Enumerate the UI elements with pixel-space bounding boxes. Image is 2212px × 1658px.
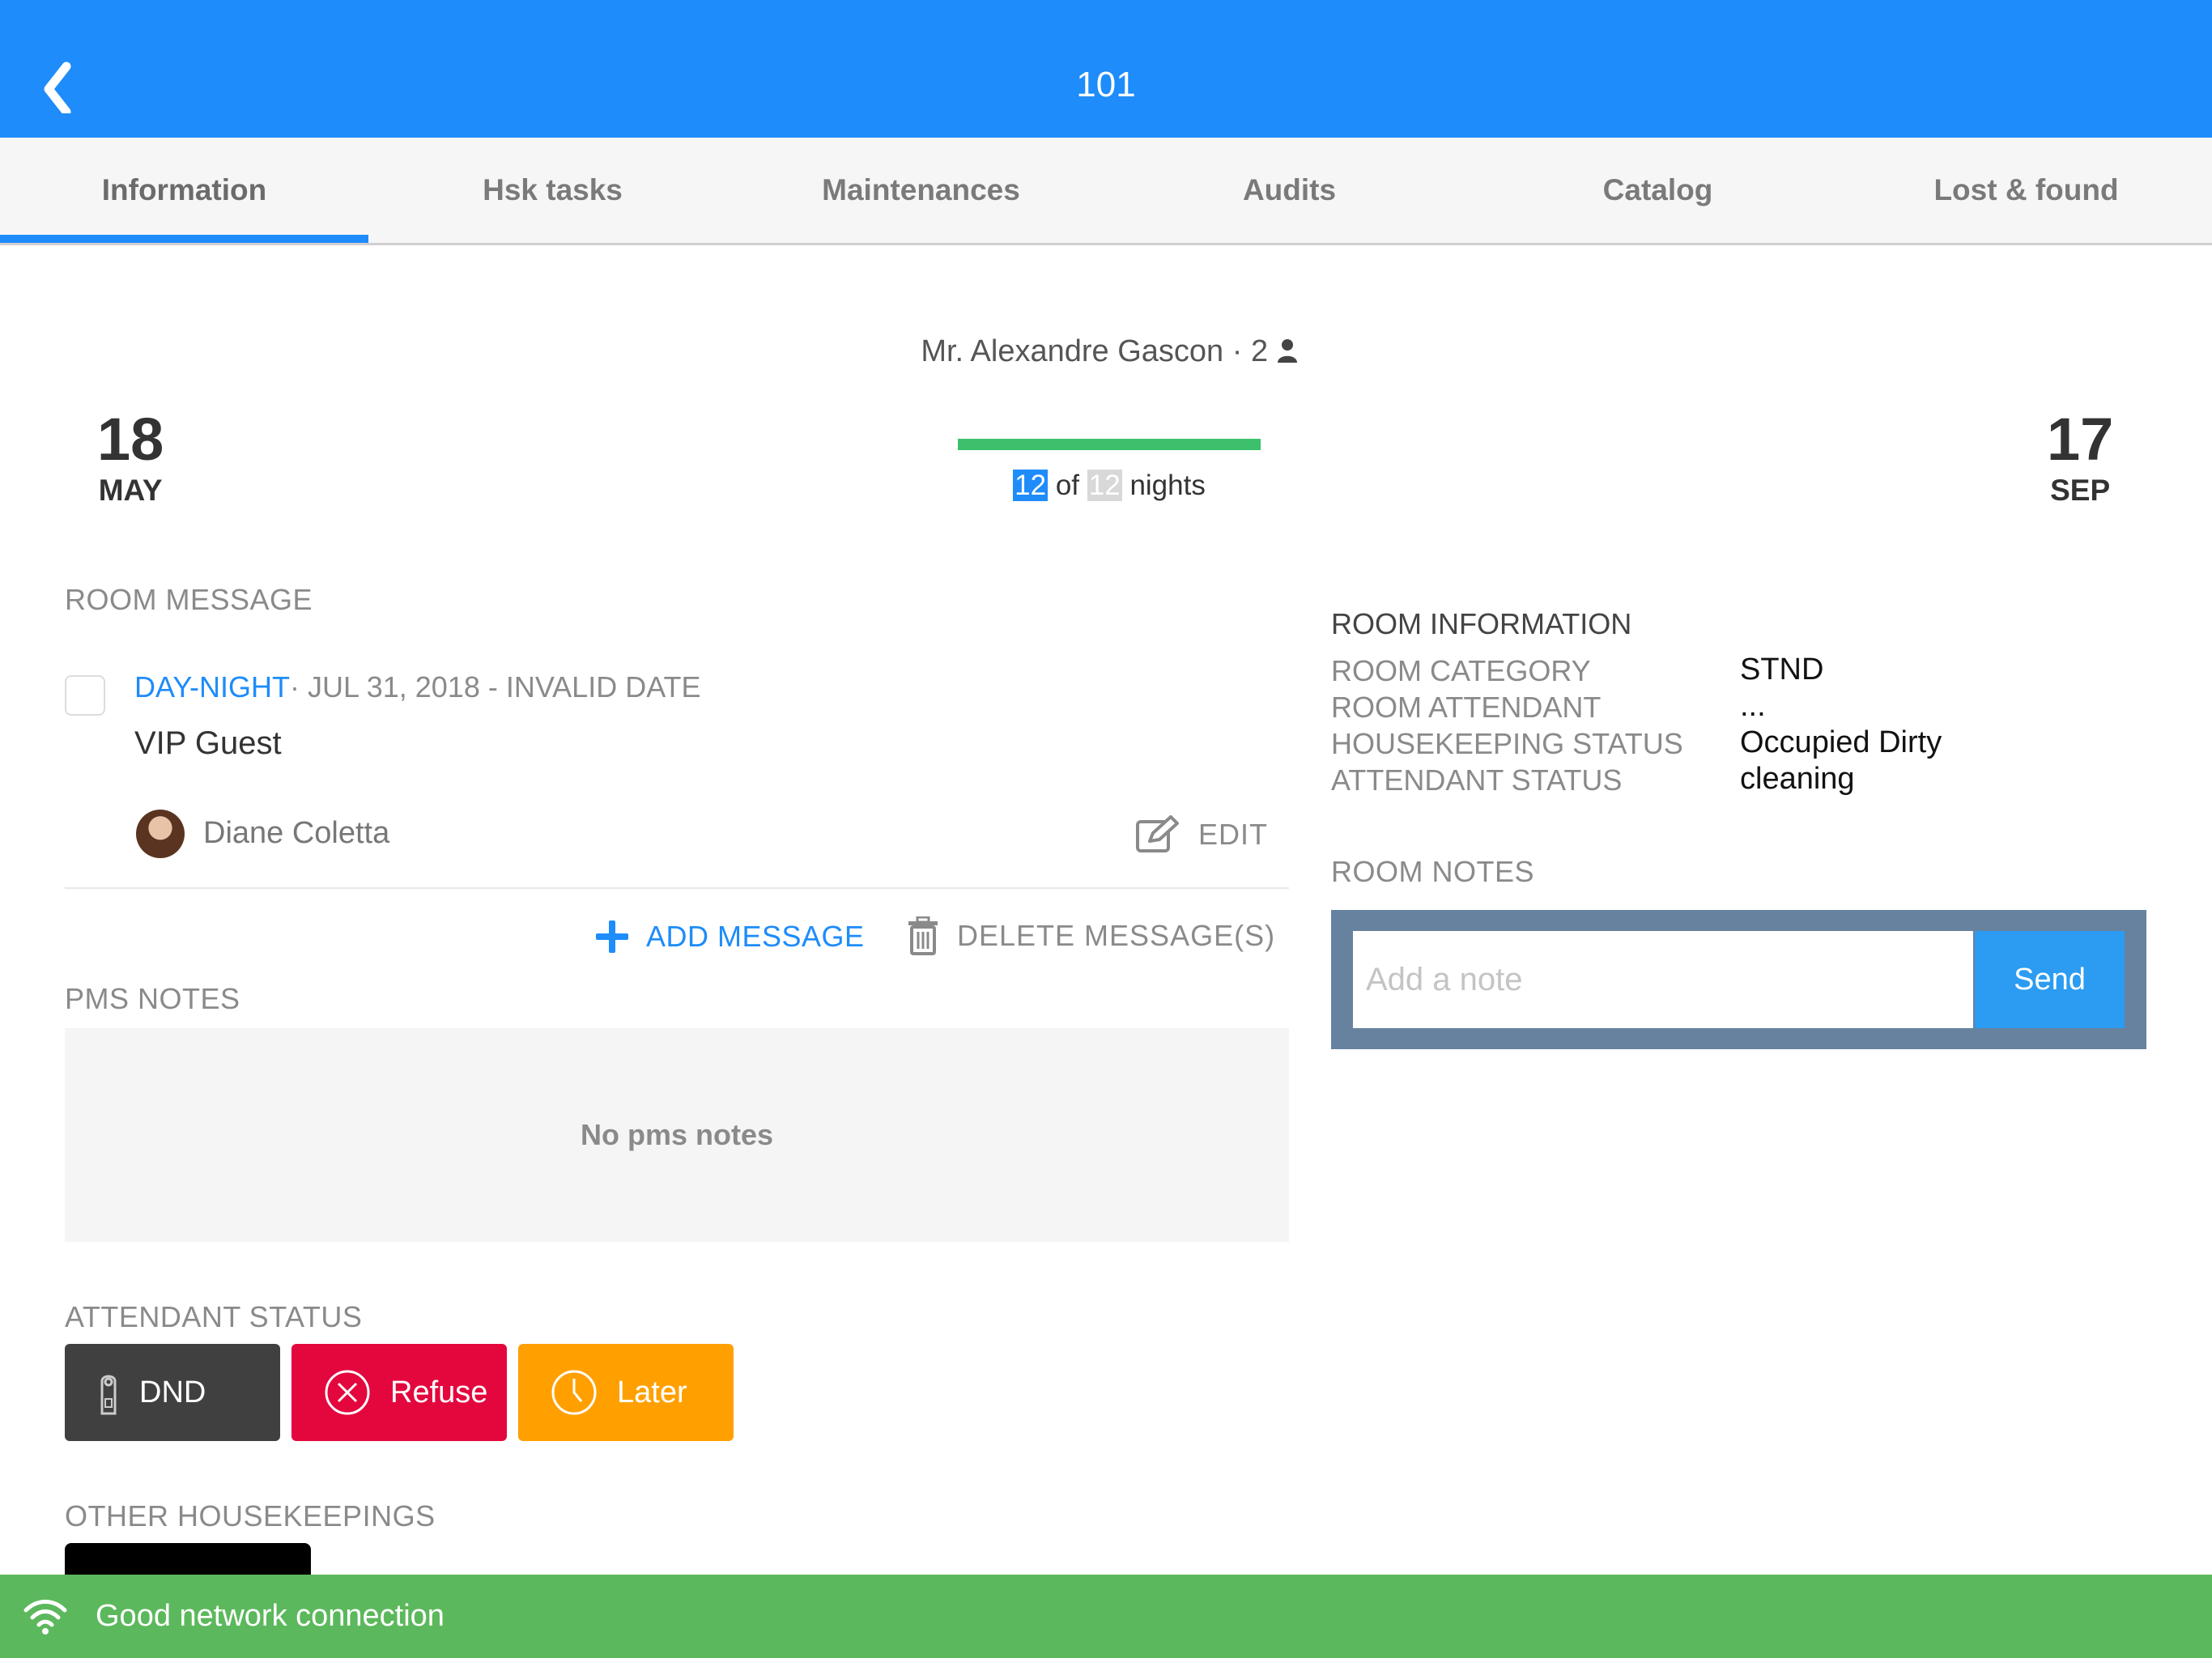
avatar — [136, 810, 185, 858]
active-tab-indicator — [0, 235, 368, 243]
room-attendant-key: ROOM ATTENDANT — [1331, 691, 1602, 724]
housekeeping-status-value: Occupied Dirty — [1740, 725, 1942, 759]
room-category-key: ROOM CATEGORY — [1331, 654, 1591, 687]
nights-current: 12 — [1013, 470, 1049, 501]
message-author: Diane Coletta — [203, 816, 390, 850]
message-body: VIP Guest — [134, 725, 282, 761]
attendant-status-label: ATTENDANT STATUS — [65, 1300, 363, 1333]
wifi-icon — [23, 1599, 67, 1635]
attendant-status-key: ATTENDANT STATUS — [1331, 763, 1623, 797]
stay-progress-bar — [958, 439, 1261, 450]
nights-counter: 12 of 12 nights — [958, 470, 1261, 502]
room-message-label: ROOM MESSAGE — [65, 583, 313, 616]
departure-date: 17 SEP — [2047, 405, 2113, 508]
refuse-label: Refuse — [390, 1375, 488, 1409]
plus-icon — [596, 920, 628, 953]
nights-total: 12 — [1087, 470, 1122, 501]
pms-notes-box: No pms notes — [65, 1028, 1289, 1242]
clock-icon — [551, 1370, 597, 1415]
room-attendant-value: ... — [1740, 689, 1766, 723]
tab-catalog[interactable]: Catalog — [1474, 138, 1842, 243]
attendant-status-value: cleaning — [1740, 762, 1855, 796]
nights-of: of — [1055, 470, 1080, 501]
pms-notes-empty: No pms notes — [580, 1118, 774, 1151]
send-note-button[interactable]: Send — [1975, 931, 2125, 1028]
arrival-month: MAY — [98, 474, 163, 507]
other-housekeepings-label: OTHER HOUSEKEEPINGS — [65, 1499, 436, 1533]
add-message-button[interactable]: ADD MESSAGE — [594, 916, 865, 957]
housekeeping-status-key: HOUSEKEEPING STATUS — [1331, 727, 1683, 760]
message-header: DAY-NIGHT· JUL 31, 2018 - INVALID DATE — [134, 670, 701, 704]
pms-notes-label: PMS NOTES — [65, 982, 240, 1015]
arrival-day: 18 — [97, 406, 164, 473]
departure-month: SEP — [2050, 474, 2111, 507]
guest-name: Mr. Alexandre Gascon · 2 — [921, 334, 1269, 368]
tab-lost-found[interactable]: Lost & found — [1842, 138, 2210, 243]
edit-label: EDIT — [1198, 818, 1269, 851]
departure-day: 17 — [2047, 406, 2114, 473]
message-checkbox[interactable] — [65, 675, 105, 716]
dnd-label: DND — [139, 1375, 206, 1409]
nights-label: nights — [1129, 470, 1206, 501]
person-icon — [1277, 339, 1297, 363]
room-category-value: STND — [1740, 653, 1824, 687]
network-status-text: Good network connection — [96, 1599, 445, 1633]
network-status-bar: Good network connection — [0, 1575, 2212, 1658]
note-input[interactable] — [1353, 931, 1973, 1028]
tab-hsk-tasks[interactable]: Hsk tasks — [368, 138, 737, 243]
delete-messages-button[interactable]: DELETE MESSAGE(S) — [907, 913, 1275, 959]
edit-message-button[interactable]: EDIT — [1135, 812, 1268, 857]
tab-bar: Information Hsk tasks Maintenances Audit… — [0, 138, 2212, 245]
message-date: · JUL 31, 2018 - INVALID DATE — [290, 670, 701, 704]
tab-maintenances[interactable]: Maintenances — [737, 138, 1105, 243]
room-information-title: ROOM INFORMATION — [1331, 607, 1632, 640]
room-notes-label: ROOM NOTES — [1331, 855, 1535, 888]
message-divider — [65, 887, 1289, 889]
edit-icon — [1136, 815, 1179, 852]
guest-line: Mr. Alexandre Gascon · 2 — [0, 334, 2212, 369]
door-hanger-icon — [100, 1375, 117, 1415]
message-type: DAY-NIGHT — [134, 670, 291, 704]
later-label: Later — [617, 1375, 687, 1409]
delete-messages-label: DELETE MESSAGE(S) — [957, 919, 1276, 952]
trash-icon — [908, 916, 938, 955]
add-message-label: ADD MESSAGE — [646, 920, 865, 953]
circle-x-icon — [325, 1370, 370, 1415]
arrival-date: 18 MAY — [97, 405, 164, 508]
tab-information[interactable]: Information — [0, 138, 368, 243]
dnd-button[interactable]: DND — [65, 1344, 280, 1441]
tab-audits[interactable]: Audits — [1105, 138, 1474, 243]
refuse-button[interactable]: Refuse — [291, 1344, 507, 1441]
page-title: 101 — [1076, 65, 1136, 104]
later-button[interactable]: Later — [518, 1344, 734, 1441]
